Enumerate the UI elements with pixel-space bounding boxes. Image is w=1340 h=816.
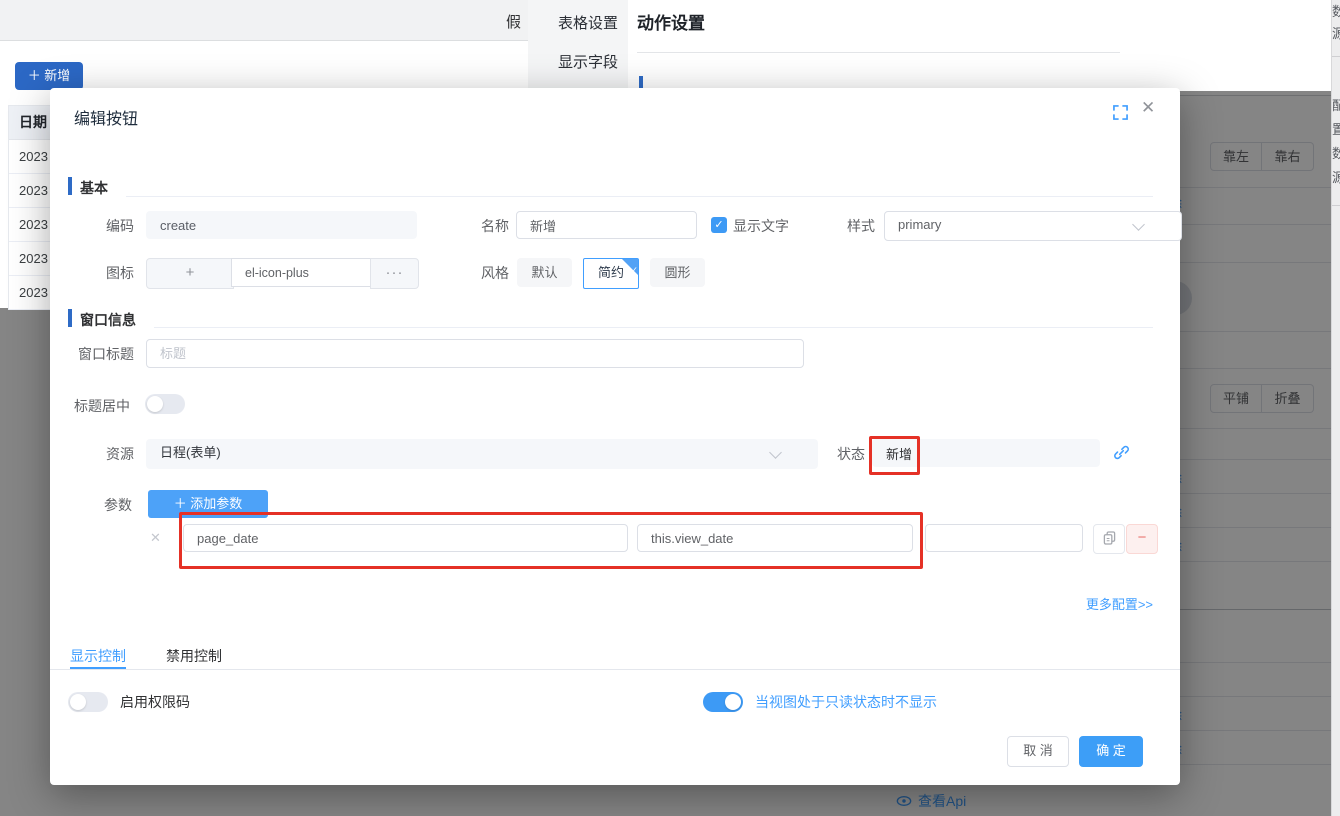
cancel-button[interactable]: 取 消 <box>1007 736 1069 767</box>
more-config-link[interactable]: 更多配置>> <box>1073 594 1153 613</box>
window-title-input[interactable] <box>146 339 804 368</box>
eye-icon <box>896 796 912 806</box>
section-accent-bar <box>68 309 72 327</box>
layout-button-group: 平铺 折叠 <box>1210 384 1314 413</box>
style-select-value: primary <box>898 217 942 232</box>
shape-option-default[interactable]: 默认 <box>517 258 572 287</box>
strip-glyph: 源 <box>1332 167 1340 186</box>
center-title-toggle[interactable] <box>145 394 185 414</box>
code-input[interactable] <box>146 211 417 239</box>
confirm-button[interactable]: 确 定 <box>1079 736 1143 767</box>
tile-button[interactable]: 平铺 <box>1210 384 1262 413</box>
resource-select[interactable]: 日程(表单) <box>146 439 818 469</box>
param-name-input[interactable] <box>183 524 628 552</box>
readonly-hide-label: 当视图处于只读状态时不显示 <box>755 694 937 710</box>
strip-glyph: 配 <box>1332 95 1340 114</box>
center-title-label: 标题居中 <box>74 398 130 414</box>
chevron-down-icon <box>769 446 782 459</box>
icon-name-input[interactable] <box>231 258 371 287</box>
divider <box>50 669 1180 670</box>
icon-label: 图标 <box>106 265 134 281</box>
param-value-input[interactable] <box>637 524 913 552</box>
name-label: 名称 <box>481 218 509 234</box>
section-accent-bar <box>68 177 72 195</box>
check-icon: ✓ <box>630 265 638 275</box>
shape-option-simple[interactable]: 简约 ✓ <box>583 258 639 289</box>
menu-item-table-settings[interactable]: 表格设置 <box>558 12 618 33</box>
permission-code-toggle[interactable] <box>68 692 108 712</box>
tab-display-control[interactable]: 显示控制 <box>70 646 126 666</box>
right-vertical-tab-strip[interactable]: 数 源 配 置 数 源 <box>1331 0 1340 816</box>
action-settings-title: 动作设置 <box>637 14 705 33</box>
view-api-label: 查看Api <box>918 793 967 809</box>
icon-plus-button[interactable]: + <box>146 258 234 289</box>
style-label: 样式 <box>847 218 875 234</box>
tab-disable-control[interactable]: 禁用控制 <box>166 646 222 666</box>
view-api-link[interactable]: 查看Api <box>896 791 966 811</box>
edit-button-dialog: 编辑按钮 ✕ 基本 编码 名称 ✓ 显示文字 样式 primary 图标 + ·… <box>50 88 1182 785</box>
status-input[interactable] <box>872 439 1100 467</box>
menu-item-display-fields[interactable]: 显示字段 <box>558 51 618 72</box>
shape-option-round[interactable]: 圆形 <box>650 258 705 287</box>
copy-icon <box>1103 531 1115 545</box>
close-icon[interactable]: ✕ <box>1141 98 1155 118</box>
param-extra-input[interactable] <box>925 524 1083 552</box>
add-record-button[interactable]: ＋ 新增 <box>15 62 83 90</box>
icon-more-button[interactable]: ··· <box>370 258 419 289</box>
readonly-hide-toggle[interactable] <box>703 692 743 712</box>
align-left-button[interactable]: 靠左 <box>1210 142 1262 171</box>
dialog-title: 编辑按钮 <box>74 111 139 128</box>
code-label: 编码 <box>106 218 134 234</box>
drag-handle-icon[interactable]: ✕ <box>150 530 161 546</box>
strip-glyph: 源 <box>1332 23 1340 42</box>
show-text-label: 显示文字 <box>733 218 789 234</box>
permission-code-label: 启用权限码 <box>120 694 190 710</box>
copy-param-button[interactable] <box>1093 524 1125 554</box>
remove-param-button[interactable]: − <box>1126 524 1158 554</box>
active-tab-underline <box>70 667 126 669</box>
resource-select-value: 日程(表单) <box>160 445 221 460</box>
section-title-window: 窗口信息 <box>80 312 136 328</box>
status-label: 状态 <box>837 446 865 462</box>
strip-glyph: 数 <box>1332 1 1340 20</box>
chevron-down-icon <box>1132 218 1145 231</box>
collapse-button[interactable]: 折叠 <box>1262 384 1314 413</box>
params-label: 参数 <box>104 497 132 513</box>
section-title-basic: 基本 <box>80 180 108 196</box>
action-settings-panel: 动作设置 <box>628 0 1332 91</box>
partial-tab-label: 假 <box>506 14 522 31</box>
align-button-group: 靠左 靠右 <box>1210 142 1314 171</box>
window-title-label: 窗口标题 <box>78 346 134 362</box>
show-text-checkbox[interactable]: ✓ <box>711 217 727 233</box>
add-param-button[interactable]: ＋ 添加参数 <box>148 490 268 518</box>
strip-glyph: 数 <box>1332 143 1340 162</box>
fullscreen-icon[interactable] <box>1113 105 1128 120</box>
link-icon[interactable] <box>1113 444 1130 461</box>
align-right-button[interactable]: 靠右 <box>1262 142 1314 171</box>
style-select[interactable]: primary <box>884 211 1182 241</box>
strip-glyph: 置 <box>1332 119 1340 138</box>
shape-label: 风格 <box>481 265 509 281</box>
name-input[interactable] <box>516 211 697 239</box>
app-root: 靠左 靠右 删除 删除 删除 删除 删除 删除 平铺 折叠 <box>0 0 1340 816</box>
resource-label: 资源 <box>106 446 134 462</box>
shape-option-label: 简约 <box>597 265 624 280</box>
